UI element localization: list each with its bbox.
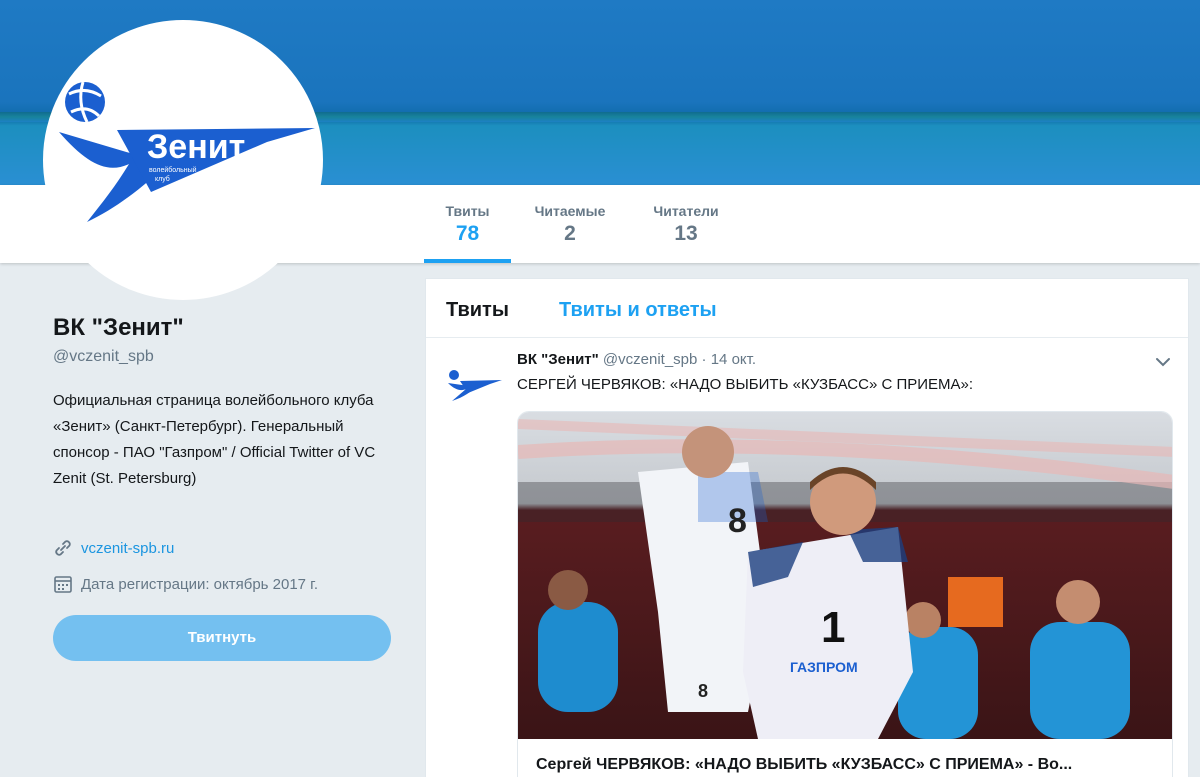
tweet-button[interactable]: Твитнуть [53,615,391,661]
svg-text:1: 1 [821,603,845,652]
svg-text:Зенит: Зенит [147,128,245,166]
svg-text:8: 8 [698,681,708,701]
profile-website[interactable]: vczenit-spb.ru [53,538,174,558]
svg-text:8: 8 [728,502,747,540]
tweet-link-card[interactable]: 8 8 1 ГАЗПРОМ Сергей ЧЕРВЯКОВ: «НАДО ВЫБ… [517,411,1173,777]
profile-name: ВК "Зенит" [53,314,184,341]
tweet-author-handle[interactable]: @vczenit_spb [603,351,697,368]
svg-text:волейбольный: волейбольный [149,166,197,174]
stat-tweets[interactable]: Твиты 78 [424,203,511,263]
tweet-separator: · [701,351,707,368]
svg-text:клуб: клуб [155,175,170,183]
tweet-text: СЕРГЕЙ ЧЕРВЯКОВ: «НАДО ВЫБИТЬ «КУЗБАСС» … [517,376,974,393]
timeline-tabs: Твиты Твиты и ответы [426,279,1188,338]
calendar-icon [54,576,72,593]
joined-date: Дата регистрации: октябрь 2017 г. [81,575,318,593]
card-title[interactable]: Сергей ЧЕРВЯКОВ: «НАДО ВЫБИТЬ «КУЗБАСС» … [536,756,1072,774]
tweet-author-name[interactable]: ВК "Зенит" [517,351,599,368]
tab-tweets-and-replies[interactable]: Твиты и ответы [559,299,717,322]
timeline: Твиты Твиты и ответы ВК "Зенит" @vczenit… [425,278,1189,777]
stat-tweets-label: Твиты [445,203,490,219]
profile-handle[interactable]: @vczenit_spb [53,348,154,366]
stat-followers-value: 13 [674,222,698,245]
card-image: 8 8 1 ГАЗПРОМ [518,412,1172,739]
stat-tweets-value: 78 [455,222,480,245]
tab-tweets[interactable]: Твиты [446,299,509,322]
stat-followers-label: Читатели [653,203,719,219]
stat-followers[interactable]: Читатели 13 [642,203,730,263]
profile-joined: Дата регистрации: октябрь 2017 г. [53,574,318,594]
website-link[interactable]: vczenit-spb.ru [81,540,174,557]
svg-text:ГАЗПРОМ: ГАЗПРОМ [790,659,858,675]
zenit-logo: Зенит волейбольный клуб [59,81,315,222]
tweet-avatar[interactable] [442,353,502,413]
stat-following[interactable]: Читаемые 2 [526,203,614,263]
tweet-item[interactable]: ВК "Зенит" @vczenit_spb · 14 окт. СЕРГЕЙ… [426,339,1188,777]
stat-following-label: Читаемые [534,203,606,219]
stat-following-value: 2 [564,222,576,245]
tweet-header: ВК "Зенит" @vczenit_spb · 14 окт. [517,351,756,368]
tweet-date[interactable]: 14 окт. [711,351,756,368]
chevron-down-icon[interactable] [1154,353,1172,371]
profile-bio: Официальная страница волейбольного клуба… [53,392,376,487]
profile-avatar[interactable]: Зенит волейбольный клуб [43,20,323,300]
link-icon [55,540,71,556]
